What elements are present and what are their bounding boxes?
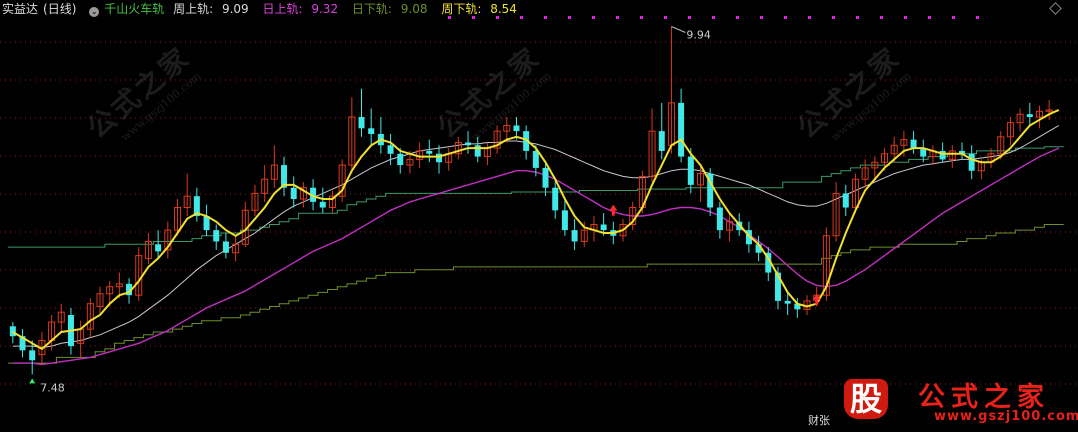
top-marker bbox=[640, 16, 643, 19]
buy-arrow-icon bbox=[29, 378, 36, 384]
candle-body bbox=[474, 145, 481, 157]
candle-body bbox=[9, 326, 16, 337]
candle-body bbox=[910, 139, 917, 149]
top-marker bbox=[712, 16, 715, 19]
bull-logo-icon: 股 bbox=[838, 375, 894, 425]
candle-body bbox=[319, 201, 326, 208]
top-marker bbox=[976, 16, 979, 19]
min-price-label: 7.48 bbox=[40, 381, 65, 394]
top-marker bbox=[448, 16, 451, 19]
top-marker bbox=[520, 16, 523, 19]
candle-body bbox=[290, 187, 297, 200]
candle-body bbox=[426, 150, 433, 154]
candle-body bbox=[716, 207, 723, 231]
candle-body bbox=[29, 350, 36, 361]
candle-body bbox=[542, 167, 549, 188]
candle-body bbox=[387, 145, 394, 154]
candle-body bbox=[465, 142, 472, 146]
candle-body bbox=[358, 117, 365, 129]
candle-body bbox=[600, 224, 607, 231]
top-marker bbox=[664, 16, 667, 19]
top-marker bbox=[928, 16, 931, 19]
chart-window: 实益达 (日线) ⌄ 千山火车轨 周上轨: 9.09 日上轨: 9.32 日下轨: … bbox=[0, 0, 1078, 432]
candle-body bbox=[687, 156, 694, 185]
candle-body bbox=[368, 128, 375, 134]
candle-body bbox=[155, 244, 162, 252]
candle-body bbox=[968, 153, 975, 171]
top-marker bbox=[496, 16, 499, 19]
candle-body bbox=[658, 131, 665, 151]
max-price-label: 9.94 bbox=[686, 28, 711, 41]
top-marker bbox=[880, 16, 883, 19]
top-marker bbox=[832, 16, 835, 19]
logo-caption: 财张 bbox=[808, 414, 830, 427]
top-marker bbox=[568, 16, 571, 19]
candle-body bbox=[571, 230, 578, 242]
max-pointer bbox=[671, 26, 686, 33]
week-lower-line bbox=[8, 224, 1064, 364]
top-marker bbox=[952, 16, 955, 19]
candle-body bbox=[842, 193, 849, 208]
top-marker bbox=[904, 16, 907, 19]
site-logo: 股 公式之家 www.gszj100.com 财张 bbox=[808, 375, 1078, 430]
candle-body bbox=[552, 187, 559, 211]
top-marker bbox=[856, 16, 859, 19]
logo-url: www.gszj100.com bbox=[934, 409, 1078, 424]
candle-body bbox=[532, 150, 539, 168]
top-marker bbox=[808, 16, 811, 19]
candlestick-chart[interactable]: 9.94 7.48 bbox=[0, 0, 1078, 432]
top-marker bbox=[544, 16, 547, 19]
top-marker bbox=[760, 16, 763, 19]
sell-arrow-icon bbox=[609, 204, 618, 216]
top-marker bbox=[592, 16, 595, 19]
top-marker bbox=[616, 16, 619, 19]
top-marker bbox=[688, 16, 691, 19]
candle-body bbox=[397, 153, 404, 166]
top-marker bbox=[472, 16, 475, 19]
candle-body bbox=[222, 241, 229, 253]
candle-body bbox=[513, 125, 520, 132]
candle-body bbox=[678, 102, 685, 157]
candle-body bbox=[213, 230, 220, 242]
top-marker bbox=[784, 16, 787, 19]
top-marker bbox=[736, 16, 739, 19]
candle-body bbox=[1026, 114, 1033, 117]
candle-body bbox=[561, 210, 568, 231]
candle-body bbox=[784, 300, 791, 304]
